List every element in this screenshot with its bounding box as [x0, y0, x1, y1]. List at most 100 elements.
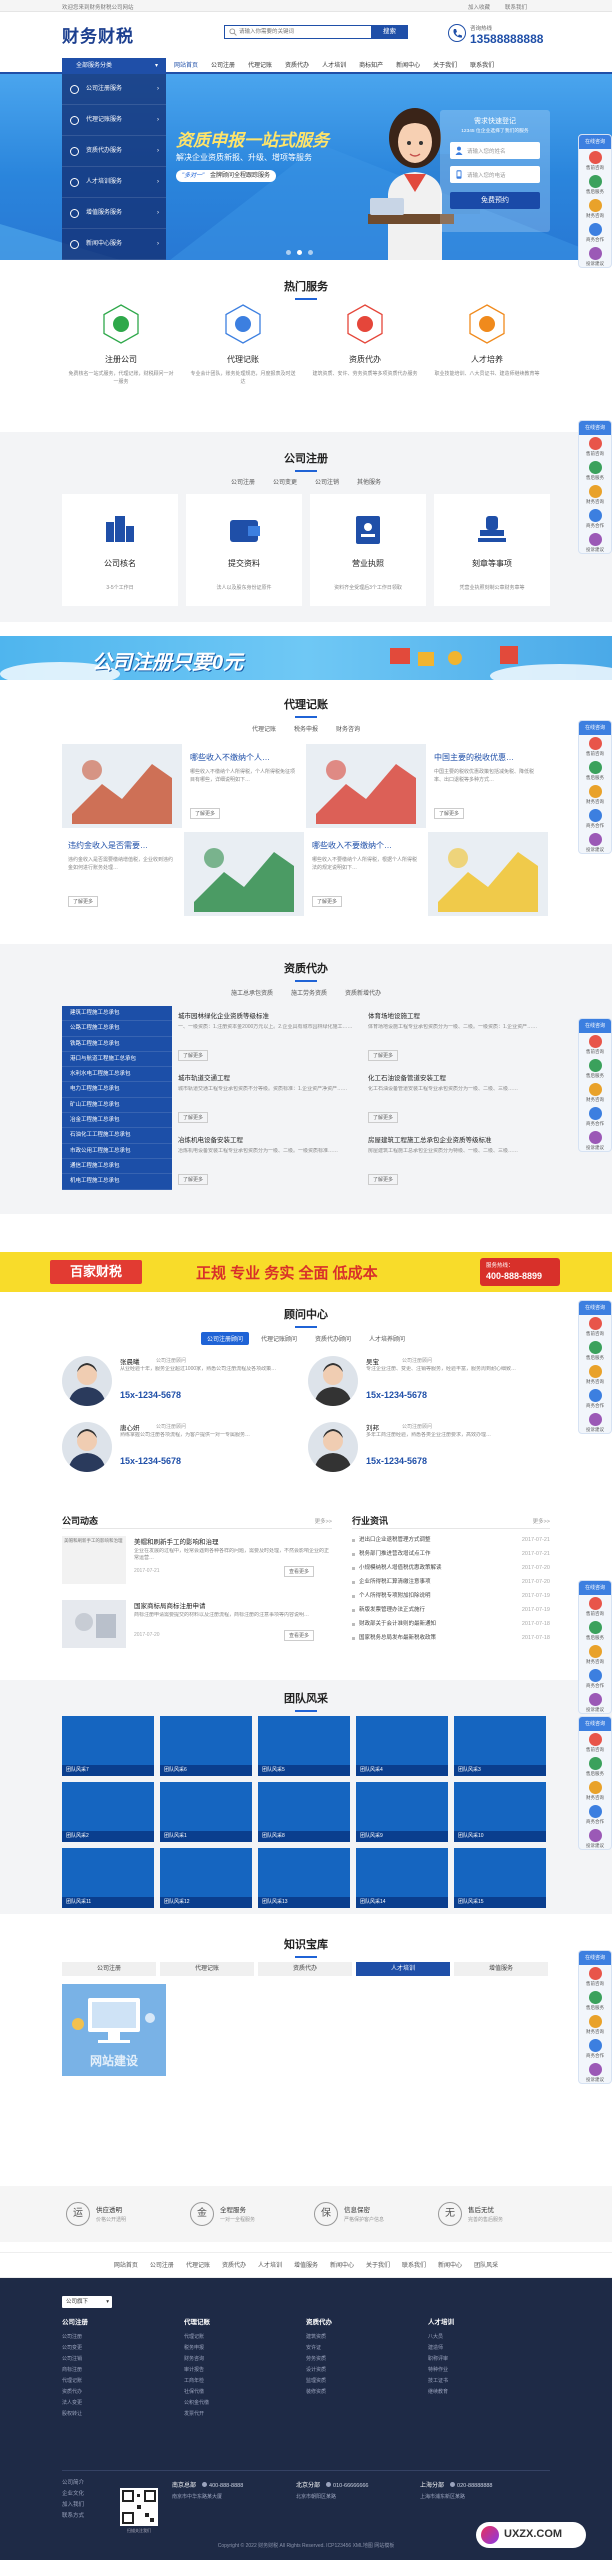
float-panel-item[interactable]: 投诉建议	[579, 1827, 611, 1851]
team-photo[interactable]: 团队风采2	[62, 1782, 154, 1842]
search-button[interactable]: 搜索	[371, 25, 408, 39]
floating-contact-panel[interactable]: 在线咨询 售前咨询 售后服务 财务咨询 商务合作 投诉建议	[578, 420, 612, 554]
footer-link[interactable]: 监理资质	[306, 2376, 424, 2387]
float-panel-item[interactable]: 投诉建议	[579, 2061, 611, 2085]
footer-bottom-link[interactable]: 联系方式	[62, 2511, 122, 2522]
section-tab[interactable]: 公司注册顾问	[200, 1332, 249, 1345]
team-photo[interactable]: 团队风采6	[160, 1716, 252, 1776]
float-panel-item[interactable]: 财务咨询	[579, 783, 611, 807]
accounting-image[interactable]	[184, 832, 304, 916]
float-panel-item[interactable]: 财务咨询	[579, 483, 611, 507]
float-panel-item[interactable]: 投诉建议	[579, 831, 611, 855]
float-panel-item[interactable]: 商务合作	[579, 507, 611, 531]
section-tab[interactable]: 代理记账	[246, 722, 282, 735]
accounting-article[interactable]: 中国主要的税收优惠… 中国主要的税收优惠政策包括减免税、降低税率、出口退税等多种方…	[428, 744, 548, 828]
nav-item[interactable]: 公司注册	[211, 58, 235, 74]
team-photo[interactable]: 团队风采12	[160, 1848, 252, 1908]
team-photo[interactable]: 团队风采3	[454, 1716, 546, 1776]
float-panel-item[interactable]: 售后服务	[579, 1755, 611, 1779]
float-panel-item[interactable]: 财务咨询	[579, 1081, 611, 1105]
qualification-item[interactable]: 房屋建筑工程施工总承包企业资质等级标准 房屋建筑工程施工总承包企业资质分为特级、一…	[368, 1134, 548, 1190]
float-panel-item[interactable]: 售前咨询	[579, 149, 611, 173]
footer-nav-link[interactable]: 资质代办	[222, 2253, 246, 2279]
industry-news-item[interactable]: 进出口企业退税管理方式调整 2017-07-21	[352, 1534, 550, 1546]
float-panel-item[interactable]: 投诉建议	[579, 1411, 611, 1435]
knowledge-tab[interactable]: 公司注册	[62, 1962, 156, 1976]
footer-nav-link[interactable]: 增值服务	[294, 2253, 318, 2279]
team-photo[interactable]: 团队风采5	[258, 1716, 350, 1776]
float-panel-item[interactable]: 售后服务	[579, 459, 611, 483]
floating-contact-panel[interactable]: 在线咨询 售前咨询 售后服务 财务咨询 商务合作 投诉建议	[578, 1018, 612, 1152]
favorite-link[interactable]: 加入收藏	[468, 3, 490, 11]
industry-news-item[interactable]: 企业所得税汇算清缴注意事项 2017-07-20	[352, 1576, 550, 1588]
float-panel-top[interactable]: 在线咨询	[579, 721, 611, 735]
knowledge-tab[interactable]: 资质代办	[258, 1962, 352, 1976]
team-photo[interactable]: 团队风采14	[356, 1848, 448, 1908]
float-panel-item[interactable]: 投诉建议	[579, 245, 611, 269]
side-menu-item[interactable]: 代理记账服务 ›	[62, 105, 166, 136]
float-panel-item[interactable]: 售前咨询	[579, 1731, 611, 1755]
hot-service-card[interactable]: 注册公司 免费核名一站式服务，代理记账，财税顾问一对一服务	[62, 300, 180, 412]
float-panel-item[interactable]: 商务合作	[579, 807, 611, 831]
qualification-menu-item[interactable]: 市政公用工程施工总承包	[62, 1144, 172, 1159]
footer-select[interactable]: 公司旗下 ▾	[62, 2296, 112, 2308]
qualification-menu-item[interactable]: 建筑工程施工总承包	[62, 1006, 172, 1022]
section-tab[interactable]: 资质代办顾问	[309, 1332, 357, 1345]
float-panel-top[interactable]: 在线咨询	[579, 1581, 611, 1595]
team-photo[interactable]: 团队风采4	[356, 1716, 448, 1776]
floating-contact-panel[interactable]: 在线咨询 售前咨询 售后服务 财务咨询 商务合作 投诉建议	[578, 1580, 612, 1714]
float-panel-item[interactable]: 售前咨询	[579, 1965, 611, 1989]
footer-link[interactable]: 财务咨询	[184, 2354, 302, 2365]
section-tab[interactable]: 公司注册	[225, 475, 261, 488]
brand-ad-banner[interactable]: 百家财税 正规 专业 务实 全面 低成本 服务热线： 400-888-8899	[0, 1252, 612, 1292]
industry-news-item[interactable]: 小规模纳税人增值税优惠政策解读 2017-07-20	[352, 1562, 550, 1574]
industry-news-item[interactable]: 个人所得税专项附加扣除说明 2017-07-19	[352, 1590, 550, 1602]
footer-link[interactable]: 商标注册	[62, 2365, 180, 2376]
team-photo[interactable]: 团队风采9	[356, 1782, 448, 1842]
side-menu-item[interactable]: 资质代办服务 ›	[62, 136, 166, 167]
float-panel-item[interactable]: 投诉建议	[579, 1691, 611, 1715]
footer-link[interactable]: 公积金代缴	[184, 2398, 302, 2409]
footer-nav-link[interactable]: 联系我们	[402, 2253, 426, 2279]
registration-step-card[interactable]: 营业执照 资料齐全受理后3个工作日领取	[310, 494, 426, 606]
nav-item[interactable]: 关于我们	[433, 58, 457, 74]
footer-link[interactable]: 建筑资质	[306, 2332, 424, 2343]
footer-nav-link[interactable]: 新闻中心	[438, 2253, 462, 2279]
footer-nav-link[interactable]: 关于我们	[366, 2253, 390, 2279]
footer-link[interactable]: 建造师	[428, 2343, 546, 2354]
float-panel-item[interactable]: 财务咨询	[579, 1363, 611, 1387]
qualification-menu-item[interactable]: 水利水电工程施工总承包	[62, 1067, 172, 1083]
team-photo[interactable]: 团队风采11	[62, 1848, 154, 1908]
team-photo[interactable]: 团队风采13	[258, 1848, 350, 1908]
footer-link[interactable]: 技工证书	[428, 2376, 546, 2387]
industry-news-item[interactable]: 国家税务总局发布最新税收政策 2017-07-18	[352, 1632, 550, 1644]
float-panel-item[interactable]: 售前咨询	[579, 1033, 611, 1057]
footer-link[interactable]: 发票代开	[184, 2409, 302, 2420]
team-photo[interactable]: 团队风采1	[160, 1782, 252, 1842]
section-tab[interactable]: 施工劳务资质	[285, 986, 333, 999]
nav-item[interactable]: 资质代办	[285, 58, 309, 74]
registration-step-card[interactable]: 提交资料 法人以及股东身份证原件	[186, 494, 302, 606]
qualification-menu-item[interactable]: 石油化工工程施工总承包	[62, 1128, 172, 1144]
category-toggle[interactable]: 全部服务分类 ▾	[62, 58, 166, 74]
float-panel-item[interactable]: 售后服务	[579, 1989, 611, 2013]
accounting-article[interactable]: 哪些收入不缴纳个人… 哪些收入不缴纳个人所得税，个人所得税免征项目有哪些，详细说明…	[184, 744, 304, 828]
footer-link[interactable]: 代理记账	[184, 2332, 302, 2343]
knowledge-card[interactable]: 网站建设	[62, 1984, 166, 2076]
team-photo[interactable]: 团队风采7	[62, 1716, 154, 1776]
advisor-card[interactable]: 刘邦 公司注册顾问 多年工商注册经验，熟悉各类企业注册要求，高效办理… 15x-123…	[308, 1418, 548, 1478]
float-panel-item[interactable]: 售后服务	[579, 1339, 611, 1363]
footer-nav-link[interactable]: 公司注册	[150, 2253, 174, 2279]
learn-more-button[interactable]: 了解更多	[434, 808, 465, 819]
footer-link[interactable]: 八大员	[428, 2332, 546, 2343]
section-tab[interactable]: 资质新增代办	[339, 986, 387, 999]
footer-link[interactable]: 法人变更	[62, 2398, 180, 2409]
footer-link[interactable]: 装修资质	[306, 2387, 424, 2398]
side-menu-item[interactable]: 增值服务服务 ›	[62, 198, 166, 229]
footer-link[interactable]: 安许证	[306, 2343, 424, 2354]
float-panel-item[interactable]: 商务合作	[579, 1667, 611, 1691]
accounting-image[interactable]	[62, 744, 182, 828]
float-panel-item[interactable]: 财务咨询	[579, 1643, 611, 1667]
knowledge-tab[interactable]: 人才培训	[356, 1962, 450, 1976]
footer-link[interactable]: 社保代缴	[184, 2387, 302, 2398]
